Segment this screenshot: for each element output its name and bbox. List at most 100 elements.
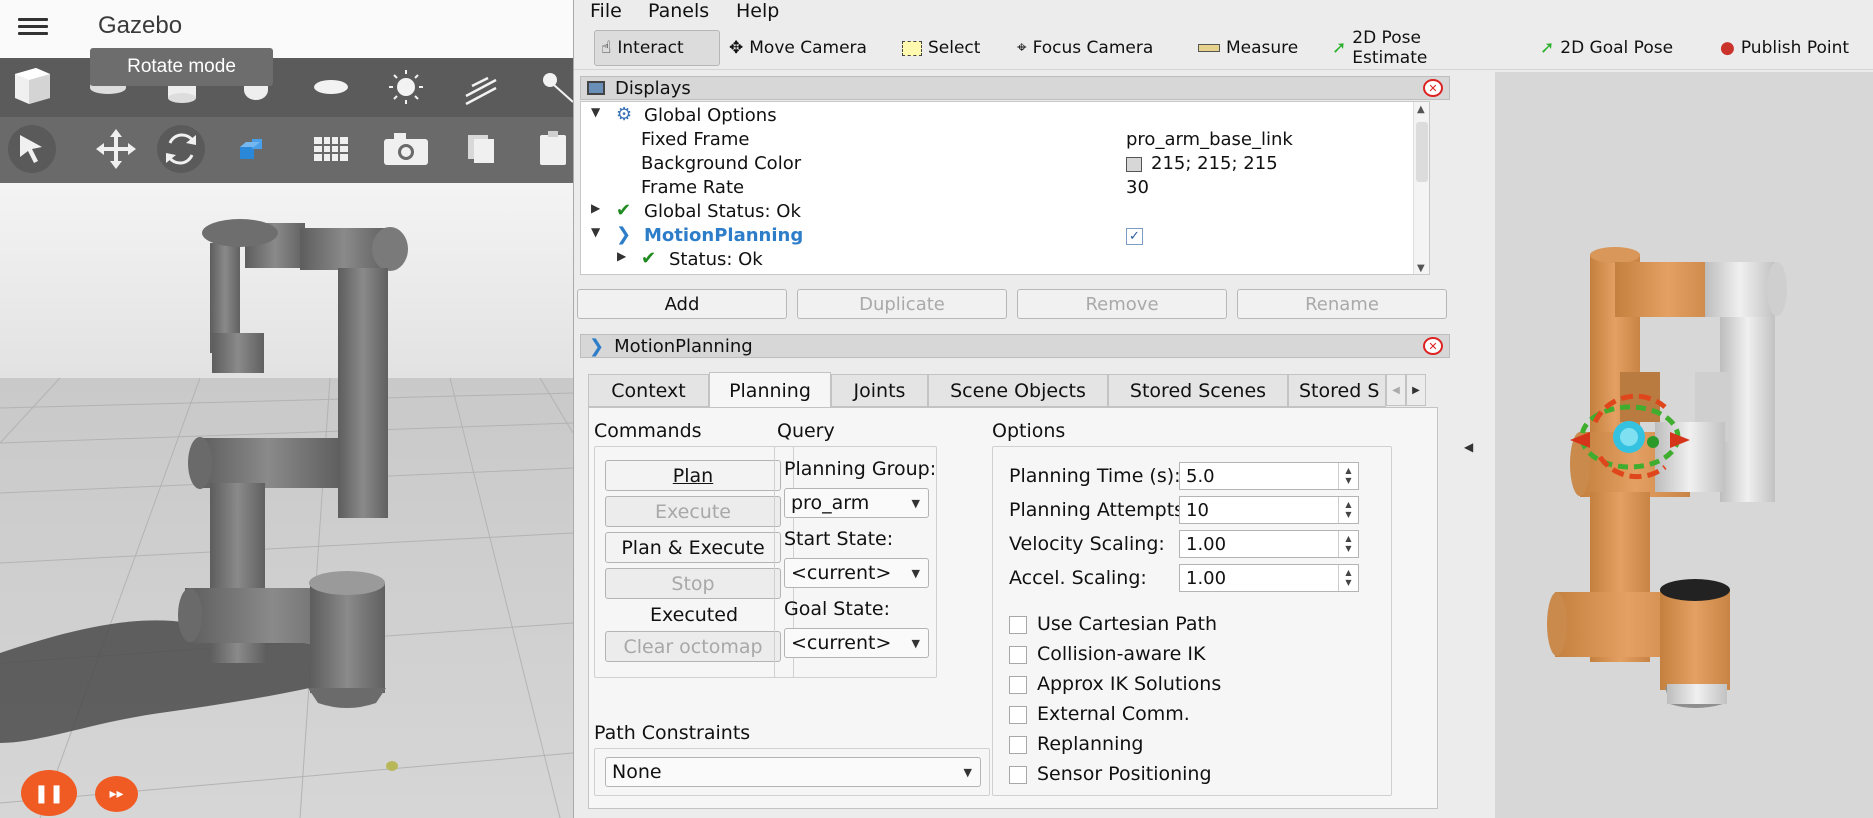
tree-row-frame-rate[interactable]: Frame Rate 30: [581, 176, 1429, 200]
tool-focus-camera[interactable]: ⌖ Focus Camera: [1011, 30, 1166, 66]
ellipsoid-icon[interactable]: [314, 80, 348, 94]
tool-2d-pose-estimate[interactable]: ➚ 2D Pose Estimate: [1326, 28, 1501, 68]
spot-light-icon[interactable]: [543, 73, 573, 103]
plan-button[interactable]: Plan: [605, 460, 781, 491]
path-constraints-select[interactable]: None ▼: [605, 757, 981, 787]
translate-icon[interactable]: [96, 129, 136, 169]
checkbox-label: Approx IK Solutions: [1037, 673, 1222, 695]
tool-2d-goal-pose[interactable]: ➚ 2D Goal Pose: [1534, 30, 1674, 66]
execution-status: Executed: [649, 604, 739, 626]
goal-state-select[interactable]: <current> ▼: [784, 628, 929, 658]
planning-time-spinbox[interactable]: 5.0 ▲ ▼: [1179, 462, 1359, 490]
rotate-icon[interactable]: [157, 125, 205, 173]
enable-checkbox[interactable]: ✓: [1126, 228, 1143, 245]
tool-label: Select: [928, 38, 981, 58]
scroll-down-icon[interactable]: ▼: [1417, 263, 1425, 274]
box-icon[interactable]: [15, 68, 50, 104]
accel-scaling-spinbox[interactable]: 1.00 ▲ ▼: [1179, 564, 1359, 592]
tree-row-global-status[interactable]: ▶ ✔ Global Status: Ok: [581, 200, 1429, 224]
clear-octomap-button[interactable]: Clear octomap: [605, 631, 781, 662]
step-forward-icon[interactable]: ▸▸: [95, 776, 138, 812]
plan-and-execute-button[interactable]: Plan & Execute: [605, 532, 781, 563]
directional-light-icon[interactable]: [465, 76, 497, 106]
velocity-scaling-spinbox[interactable]: 1.00 ▲ ▼: [1179, 530, 1359, 558]
tool-move-camera[interactable]: ✥ Move Camera: [723, 30, 873, 66]
tree-row-fixed-frame[interactable]: Fixed Frame pro_arm_base_link: [581, 128, 1429, 152]
tree-row-global-options[interactable]: ▼ ⚙ Global Options: [581, 104, 1429, 128]
mode-toolbar-icons: [8, 125, 566, 173]
grid-snap-icon[interactable]: [314, 137, 348, 161]
expand-arrow-icon[interactable]: ▶: [617, 249, 626, 263]
tool-interact[interactable]: ☝ Interact: [594, 30, 720, 66]
map-pin-icon: ●: [1720, 38, 1735, 58]
tool-select[interactable]: Select: [896, 30, 991, 66]
rviz-window: File Panels Help ☝ Interact ✥ Move Camera …: [573, 0, 1873, 818]
tree-value[interactable]: 30: [1126, 177, 1149, 198]
scale-icon[interactable]: [240, 139, 262, 159]
tab-context[interactable]: Context: [588, 374, 709, 407]
hamburger-menu-icon[interactable]: [18, 14, 48, 40]
rviz-3d-viewport[interactable]: [1495, 72, 1873, 818]
tab-stored-states[interactable]: Stored S: [1288, 374, 1386, 407]
collision-aware-ik-checkbox[interactable]: [1009, 646, 1027, 664]
displays-scrollbar[interactable]: ▲ ▼: [1413, 102, 1429, 274]
menu-help[interactable]: Help: [736, 0, 779, 22]
tab-scroll-right-icon[interactable]: ▶: [1406, 374, 1426, 406]
planning-attempts-spinbox[interactable]: 10 ▲ ▼: [1179, 496, 1359, 524]
rename-button[interactable]: Rename: [1237, 289, 1447, 319]
tree-value[interactable]: pro_arm_base_link: [1126, 129, 1293, 150]
tree-label: Frame Rate: [641, 177, 745, 198]
menu-bar: File Panels Help: [574, 0, 1873, 24]
gazebo-3d-scene[interactable]: [0, 183, 573, 818]
tab-scroll-left-icon[interactable]: ◀: [1386, 374, 1406, 406]
replanning-checkbox[interactable]: [1009, 736, 1027, 754]
collapse-arrow-icon[interactable]: ▼: [591, 105, 600, 119]
color-swatch[interactable]: [1126, 157, 1142, 172]
cartesian-path-checkbox[interactable]: [1009, 616, 1027, 634]
scroll-up-icon[interactable]: ▲: [1417, 104, 1425, 115]
planning-group-select[interactable]: pro_arm ▼: [784, 488, 929, 518]
collapse-arrow-icon[interactable]: ▼: [591, 225, 600, 239]
expand-arrow-icon[interactable]: ▶: [591, 201, 600, 215]
add-button[interactable]: Add: [577, 289, 787, 319]
copy-icon[interactable]: [468, 135, 494, 163]
close-icon[interactable]: ✕: [1423, 79, 1443, 97]
spin-value: 1.00: [1186, 533, 1227, 555]
tab-bar: Context Planning Joints Scene Objects St…: [588, 372, 1445, 408]
spin-arrows-icon[interactable]: ▲ ▼: [1338, 531, 1358, 557]
duplicate-button[interactable]: Duplicate: [797, 289, 1007, 319]
tree-row-status[interactable]: ▶ ✔ Status: Ok: [581, 248, 1429, 272]
sun-light-icon[interactable]: [389, 70, 423, 104]
camera-screenshot-icon[interactable]: [384, 133, 428, 165]
spin-arrows-icon[interactable]: ▲ ▼: [1338, 463, 1358, 489]
query-heading: Query: [777, 420, 835, 442]
spin-arrows-icon[interactable]: ▲ ▼: [1338, 565, 1358, 591]
tool-label: Publish Point: [1740, 38, 1850, 58]
stop-button[interactable]: Stop: [605, 568, 781, 599]
tree-value[interactable]: 215; 215; 215: [1151, 153, 1278, 174]
collapse-panel-icon[interactable]: ◀: [1464, 440, 1473, 454]
pause-icon[interactable]: ❚❚: [21, 770, 77, 816]
menu-panels[interactable]: Panels: [648, 0, 709, 22]
tree-row-motion-planning[interactable]: ▼ ❯ MotionPlanning ✓: [581, 224, 1429, 248]
menu-file[interactable]: File: [590, 0, 622, 22]
scroll-thumb[interactable]: [1416, 122, 1428, 182]
external-comm-checkbox[interactable]: [1009, 706, 1027, 724]
tab-joints[interactable]: Joints: [831, 374, 928, 407]
close-icon[interactable]: ✕: [1423, 337, 1443, 355]
sensor-positioning-checkbox[interactable]: [1009, 766, 1027, 784]
tab-stored-scenes[interactable]: Stored Scenes: [1108, 374, 1288, 407]
remove-button[interactable]: Remove: [1017, 289, 1227, 319]
tab-planning[interactable]: Planning: [709, 372, 831, 408]
tree-row-background-color[interactable]: Background Color 215; 215; 215: [581, 152, 1429, 176]
paste-icon[interactable]: [540, 131, 566, 165]
tool-publish-point[interactable]: ● Publish Point: [1714, 30, 1864, 66]
execute-button[interactable]: Execute: [605, 496, 781, 527]
approx-ik-checkbox[interactable]: [1009, 676, 1027, 694]
checkbox-label: Collision-aware IK: [1037, 643, 1206, 665]
tool-measure[interactable]: Measure: [1192, 30, 1300, 66]
select-arrow-icon[interactable]: [8, 125, 56, 173]
tab-scene-objects[interactable]: Scene Objects: [928, 374, 1108, 407]
spin-arrows-icon[interactable]: ▲ ▼: [1338, 497, 1358, 523]
start-state-select[interactable]: <current> ▼: [784, 558, 929, 588]
